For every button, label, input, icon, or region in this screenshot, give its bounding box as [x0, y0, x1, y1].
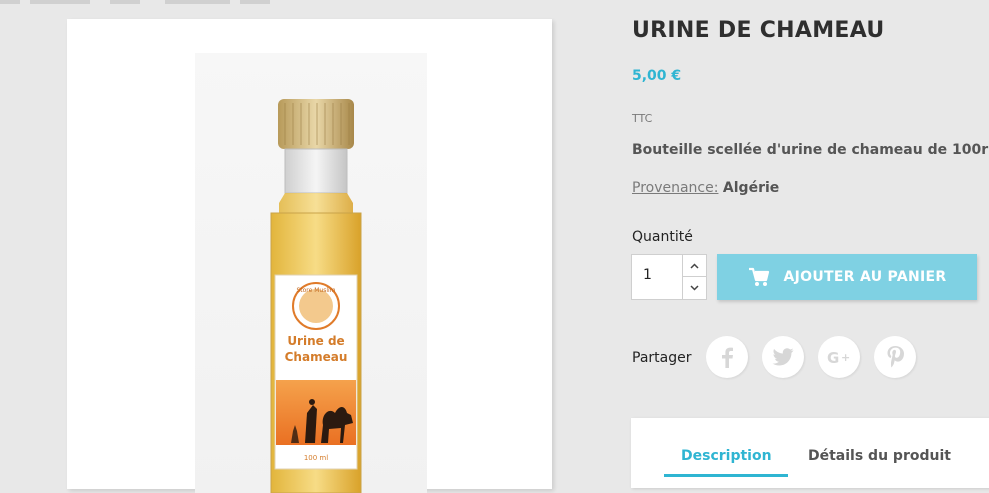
tab-product-details[interactable]: Détails du produit [808, 448, 951, 464]
quantity-increase-button[interactable] [683, 255, 706, 277]
active-tab-indicator [664, 474, 788, 477]
provenance: Provenance: Algérie [632, 180, 779, 196]
product-title: URINE DE CHAMEAU [632, 18, 885, 43]
pinterest-share-button[interactable] [874, 336, 916, 378]
chevron-up-icon [690, 262, 699, 269]
product-image-card: Store Muslim Urine de Chameau 100 ml [67, 19, 552, 493]
quantity-input[interactable]: 1 [643, 267, 652, 283]
facebook-icon [722, 347, 733, 368]
google-plus-share-button[interactable]: G + [818, 336, 860, 378]
google-plus-icon: G + [827, 349, 850, 366]
svg-text:+: + [841, 351, 850, 364]
add-to-cart-button[interactable]: AJOUTER AU PANIER [717, 254, 977, 300]
label-volume: 100 ml [304, 454, 328, 462]
twitter-share-button[interactable] [762, 336, 804, 378]
tax-label: TTC [632, 112, 653, 125]
label-line1: Urine de [287, 334, 344, 348]
label-brand: Store Muslim [296, 287, 335, 294]
quantity-label: Quantité [632, 229, 693, 245]
add-to-cart-label: AJOUTER AU PANIER [783, 269, 947, 285]
tab-description[interactable]: Description [681, 448, 772, 464]
pinterest-icon [887, 346, 904, 368]
bottle-image: Store Muslim Urine de Chameau 100 ml [270, 99, 362, 493]
quantity-decrease-button[interactable] [683, 277, 706, 299]
facebook-share-button[interactable] [706, 336, 748, 378]
label-line2: Chameau [285, 350, 348, 364]
cap-shape [278, 99, 354, 149]
product-tabs: Description Détails du produit [631, 418, 989, 488]
product-price: 5,00 € [632, 68, 682, 84]
quantity-stepper[interactable]: 1 [631, 254, 707, 300]
short-description: Bouteille scellée d'urine de chameau de … [632, 142, 989, 158]
provenance-label: Provenance: [632, 180, 719, 196]
shopping-cart-icon [748, 267, 769, 286]
breadcrumb [0, 0, 300, 4]
chevron-down-icon [690, 285, 699, 291]
share-label: Partager [632, 350, 692, 366]
svg-text:G: G [827, 349, 839, 366]
quantity-spinner [682, 255, 706, 299]
twitter-icon [772, 348, 794, 366]
provenance-value: Algérie [722, 180, 780, 196]
product-photo[interactable]: Store Muslim Urine de Chameau 100 ml [195, 53, 427, 493]
